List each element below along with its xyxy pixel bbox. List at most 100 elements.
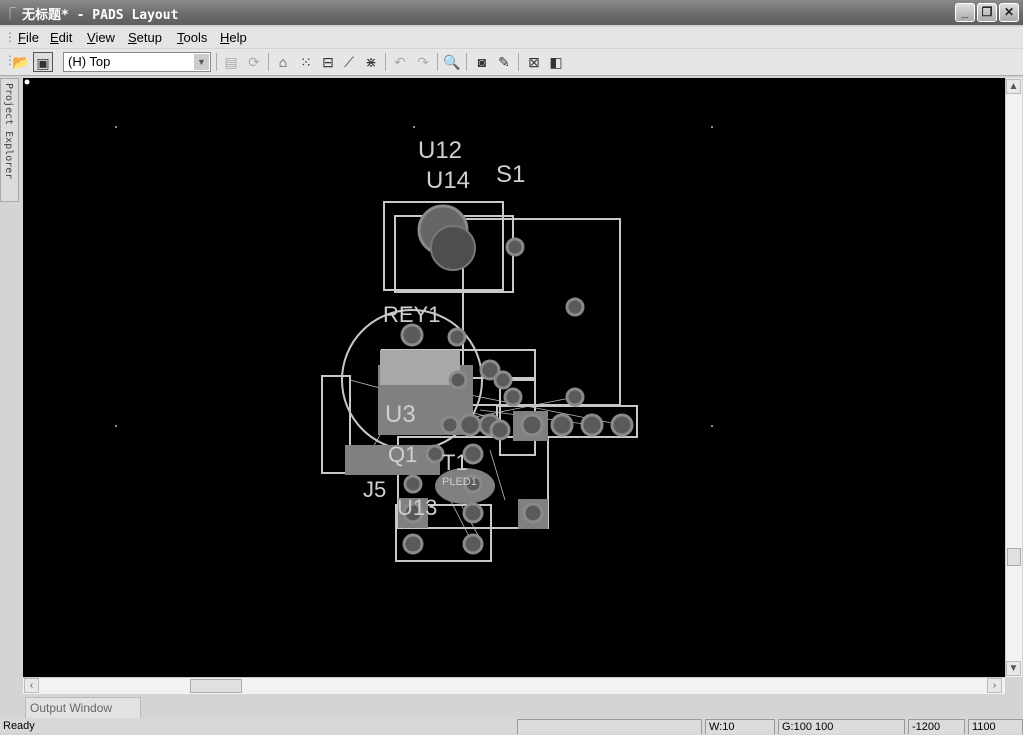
bga-icon[interactable]: ⁙ (296, 52, 316, 72)
menu-tools[interactable]: Tools (177, 30, 207, 45)
project-explorer-tab[interactable]: Project Explorer (0, 78, 19, 202)
pad (493, 370, 513, 390)
pad (520, 413, 544, 437)
status-bar: Ready W:10 G:100 100 -1200 1100 (0, 718, 1023, 734)
project-explorer-label: Project Explorer (3, 83, 14, 180)
separator (385, 53, 386, 71)
separator (437, 53, 438, 71)
menu-setup[interactable]: Setup (128, 30, 162, 45)
close-button[interactable]: ✕ (999, 3, 1019, 22)
layer-select[interactable]: (H) Top ▼ (63, 52, 211, 72)
vertical-scrollbar[interactable]: ▲ ▼ (1005, 78, 1022, 677)
grid-dot (413, 126, 415, 128)
pad (402, 533, 424, 555)
label-u13: U13 (397, 495, 437, 520)
pad (400, 323, 424, 347)
mount-hole (430, 225, 476, 271)
pcb-drawing[interactable]: U12 U14 S1 REY1 U3 Q1 T1 PLED1 J5 U13 (23, 78, 1005, 677)
layout-icon[interactable]: ⊠ (524, 52, 544, 72)
scroll-right-button[interactable]: › (987, 678, 1002, 693)
status-text: Ready (3, 720, 35, 732)
status-y: 1100 (968, 719, 1023, 734)
menu-file[interactable]: File (18, 30, 39, 45)
pad (565, 297, 585, 317)
pad (580, 413, 604, 437)
pad (462, 533, 484, 555)
minimize-button[interactable]: _ (955, 3, 975, 22)
pad (448, 370, 468, 390)
menu-edit[interactable]: Edit (50, 30, 72, 45)
design-verify-icon[interactable]: ⋇ (361, 52, 381, 72)
pad (425, 444, 445, 464)
pad (462, 502, 484, 524)
undo-icon[interactable]: ↶ (390, 52, 410, 72)
horizontal-scrollbar[interactable]: ‹ › (23, 677, 1005, 694)
label-u3: U3 (385, 401, 416, 428)
pad (550, 413, 574, 437)
window-title: 无标题* - PADS Layout (22, 8, 179, 23)
pad (447, 327, 467, 347)
label-u12: U12 (418, 137, 462, 164)
origin-dot (24, 79, 30, 85)
menu-bar: ⋮ File Edit View Setup Tools Help (0, 27, 1023, 48)
status-x: -1200 (908, 719, 965, 734)
separator (268, 53, 269, 71)
separator (518, 53, 519, 71)
pad (565, 387, 585, 407)
horizontal-scroll-thumb[interactable] (190, 679, 242, 693)
separator (466, 53, 467, 71)
open-icon[interactable]: 📂 (11, 52, 31, 72)
toolbar: ⋮ 📂 ▣ (H) Top ▼ ▤ ⟳ ⌂ ⁙ ⊟ ⟋ ⋇ ↶ ↷ 🔍 ◙ ✎ … (0, 49, 1023, 76)
pcb-canvas[interactable]: U12 U14 S1 REY1 U3 Q1 T1 PLED1 J5 U13 (23, 78, 1005, 677)
silk-block (380, 350, 460, 385)
output-window-tab[interactable]: Output Window (25, 697, 141, 718)
scroll-left-button[interactable]: ‹ (24, 678, 39, 693)
menu-grip: ⋮ (4, 30, 16, 44)
pad (610, 413, 634, 437)
vertical-scroll-thumb[interactable] (1007, 548, 1021, 566)
pad (489, 419, 511, 441)
pad (403, 474, 423, 494)
pad (503, 387, 523, 407)
view-icon[interactable]: ◙ (472, 52, 492, 72)
pad (522, 502, 544, 524)
grid-dot (711, 425, 713, 427)
save-icon[interactable]: ▣ (33, 52, 53, 72)
label-j5: J5 (363, 477, 386, 502)
grid-dot (711, 126, 713, 128)
title-bar: ⎾ 无标题* - PADS Layout _ ❐ ✕ (0, 0, 1023, 25)
label-q1: Q1 (388, 442, 417, 467)
pads-app-icon: ⎾ (4, 7, 17, 21)
pad (458, 413, 482, 437)
sync-icon[interactable]: ⟳ (244, 52, 264, 72)
pad (440, 415, 460, 435)
label-t1: T1 (442, 450, 468, 475)
status-message (517, 719, 702, 734)
menu-view[interactable]: View (87, 30, 115, 45)
label-pled1: PLED1 (442, 476, 477, 488)
ecos-icon[interactable]: ▤ (221, 52, 241, 72)
origin-markers (24, 79, 713, 427)
restore-button[interactable]: ❐ (977, 3, 997, 22)
grid-dot (115, 126, 117, 128)
chevron-down-icon[interactable]: ▼ (194, 54, 209, 70)
route-icon[interactable]: ⟋ (339, 52, 359, 72)
paint-icon[interactable]: ✎ (494, 52, 514, 72)
status-width: W:10 (705, 719, 775, 734)
drafting-icon[interactable]: ⌂ (273, 52, 293, 72)
zoom-icon[interactable]: 🔍 (442, 52, 462, 72)
pad (505, 237, 525, 257)
redo-icon[interactable]: ↷ (413, 52, 433, 72)
grid-dot (115, 425, 117, 427)
label-rey1: REY1 (383, 302, 440, 327)
layer-select-value: (H) Top (68, 54, 111, 69)
separator (216, 53, 217, 71)
menu-help[interactable]: Help (220, 30, 247, 45)
status-grid: G:100 100 (778, 719, 905, 734)
label-s1: S1 (496, 161, 525, 188)
label-u14: U14 (426, 167, 470, 194)
scroll-down-button[interactable]: ▼ (1006, 661, 1021, 676)
scroll-up-button[interactable]: ▲ (1006, 79, 1021, 94)
dimension-icon[interactable]: ⊟ (318, 52, 338, 72)
window-icon[interactable]: ◧ (546, 52, 566, 72)
